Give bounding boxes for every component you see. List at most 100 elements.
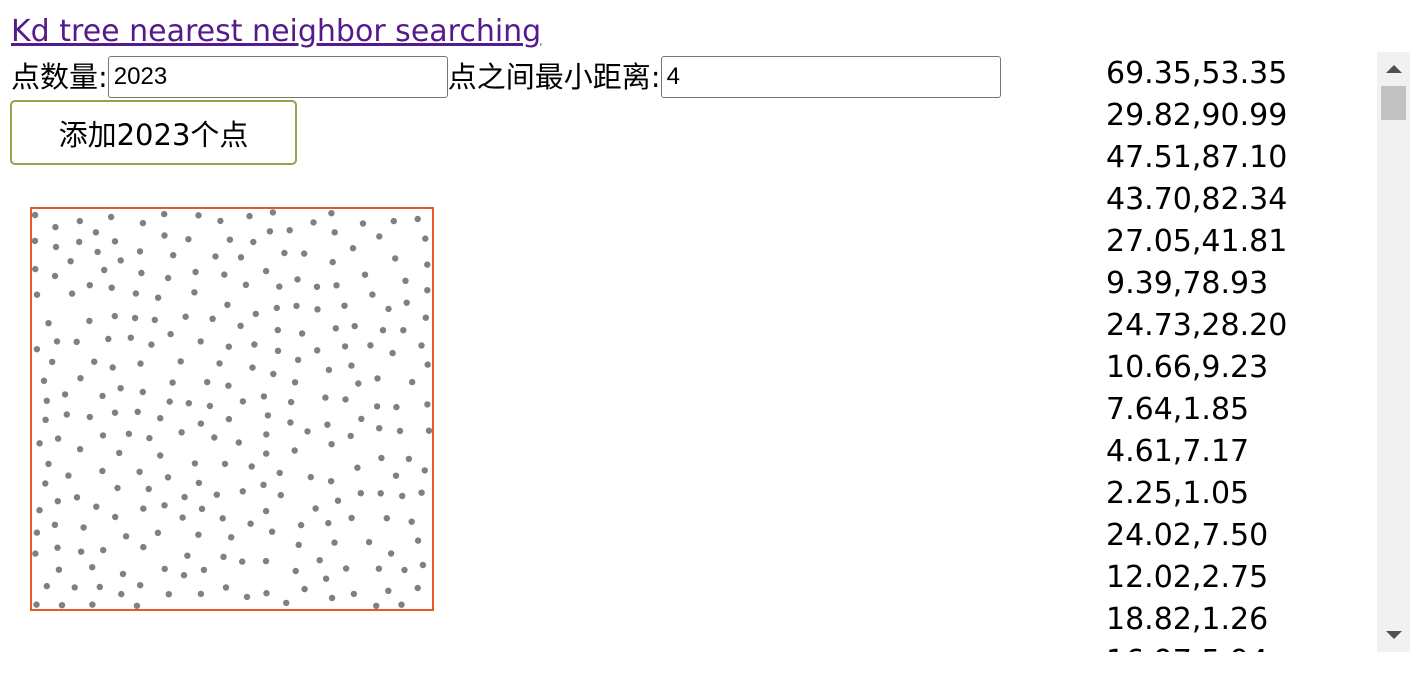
point-dot	[195, 212, 202, 219]
point-dot	[140, 505, 147, 512]
point-dot	[294, 356, 302, 364]
point-dot	[249, 364, 256, 371]
point-dot	[157, 415, 164, 422]
point-dot	[117, 257, 124, 264]
point-dot	[224, 301, 231, 308]
point-count-input[interactable]	[107, 56, 448, 98]
min-distance-label: 点之间最小距离:	[447, 60, 661, 94]
point-dot	[235, 439, 242, 446]
point-dot	[250, 238, 257, 246]
points-canvas[interactable]	[30, 207, 434, 611]
point-dot	[274, 347, 282, 354]
min-distance-input[interactable]	[660, 56, 1001, 98]
point-dot	[178, 429, 185, 436]
point-dot	[422, 314, 429, 321]
point-dot	[54, 435, 62, 442]
point-dot	[33, 601, 40, 608]
point-dot	[195, 479, 203, 487]
point-dot	[365, 538, 373, 546]
point-dot	[191, 289, 198, 296]
point-dot	[33, 529, 41, 536]
point-dot	[239, 398, 247, 405]
point-dot	[116, 449, 123, 457]
point-dot	[86, 282, 93, 289]
point-dot	[376, 233, 383, 240]
point-dot	[333, 282, 340, 289]
point-dot	[209, 315, 216, 322]
point-dot	[222, 584, 230, 591]
point-dot	[408, 518, 415, 525]
point-dot	[111, 238, 119, 245]
point-dot	[200, 566, 208, 574]
point-dot	[341, 343, 349, 350]
point-dot	[91, 358, 98, 365]
point-dot	[268, 528, 276, 535]
point-dot	[324, 421, 331, 428]
scroll-up-button[interactable]	[1377, 52, 1410, 86]
point-dot	[42, 416, 49, 423]
point-dot	[425, 427, 432, 434]
point-dot	[401, 566, 408, 574]
point-dot	[262, 267, 270, 275]
point-dot	[262, 557, 270, 565]
point-dot	[281, 249, 288, 257]
point-dot	[54, 498, 61, 505]
point-dot	[269, 209, 277, 216]
point-dot	[32, 550, 39, 557]
point-dot	[140, 543, 147, 551]
add-points-button[interactable]: 添加2023个点	[10, 100, 297, 165]
point-dot	[376, 425, 383, 432]
point-dot	[33, 346, 41, 353]
point-dot	[327, 478, 335, 485]
scroll-thumb[interactable]	[1381, 86, 1406, 120]
point-dot	[184, 552, 191, 559]
point-dot	[243, 593, 251, 601]
point-dot	[286, 227, 293, 234]
point-dot	[298, 330, 306, 337]
point-dot	[52, 243, 60, 251]
point-dot	[185, 236, 192, 243]
scroll-down-button[interactable]	[1377, 618, 1410, 652]
point-dot	[399, 492, 406, 500]
point-dot	[246, 212, 253, 220]
point-dot	[390, 217, 397, 225]
coordinate-item: 10.66,9.23	[1106, 350, 1269, 385]
coordinate-item: 24.02,7.50	[1106, 518, 1269, 553]
coordinates-list: 69.35,53.35 29.82,90.99 47.51,87.10 43.7…	[1106, 53, 1287, 652]
point-dot	[204, 378, 211, 386]
point-dot	[313, 283, 321, 290]
point-dot	[217, 217, 224, 225]
point-dot	[392, 255, 399, 262]
point-dot	[263, 431, 270, 438]
point-dot	[418, 342, 425, 349]
point-dot	[405, 455, 413, 463]
point-dot	[122, 533, 130, 540]
point-dot	[332, 325, 339, 332]
point-dot	[304, 428, 311, 435]
points-plot[interactable]	[32, 209, 432, 609]
point-dot	[221, 460, 229, 468]
title-link[interactable]: Kd tree nearest neighbor searching	[11, 12, 541, 52]
point-dot	[99, 432, 107, 439]
point-dot	[105, 335, 112, 343]
coordinate-item: 27.05,41.81	[1106, 224, 1288, 259]
point-dot	[328, 210, 335, 217]
point-dot	[414, 584, 421, 592]
point-dot	[375, 565, 383, 572]
point-dot	[260, 393, 268, 400]
point-dot	[342, 565, 350, 572]
point-dot	[276, 469, 283, 477]
point-dot	[359, 220, 367, 227]
coordinates-scrollbar[interactable]	[1377, 52, 1410, 652]
coordinates-panel[interactable]: 69.35,53.35 29.82,90.99 47.51,87.10 43.7…	[1098, 52, 1410, 652]
point-dot	[51, 521, 59, 528]
point-dot	[422, 235, 429, 242]
point-dot	[145, 485, 152, 493]
point-dot	[348, 362, 355, 369]
point-dot	[325, 519, 332, 527]
point-dot	[212, 253, 219, 260]
point-dot	[301, 250, 308, 257]
point-dot	[276, 283, 283, 290]
point-dot	[329, 258, 336, 266]
point-dot	[355, 380, 362, 387]
